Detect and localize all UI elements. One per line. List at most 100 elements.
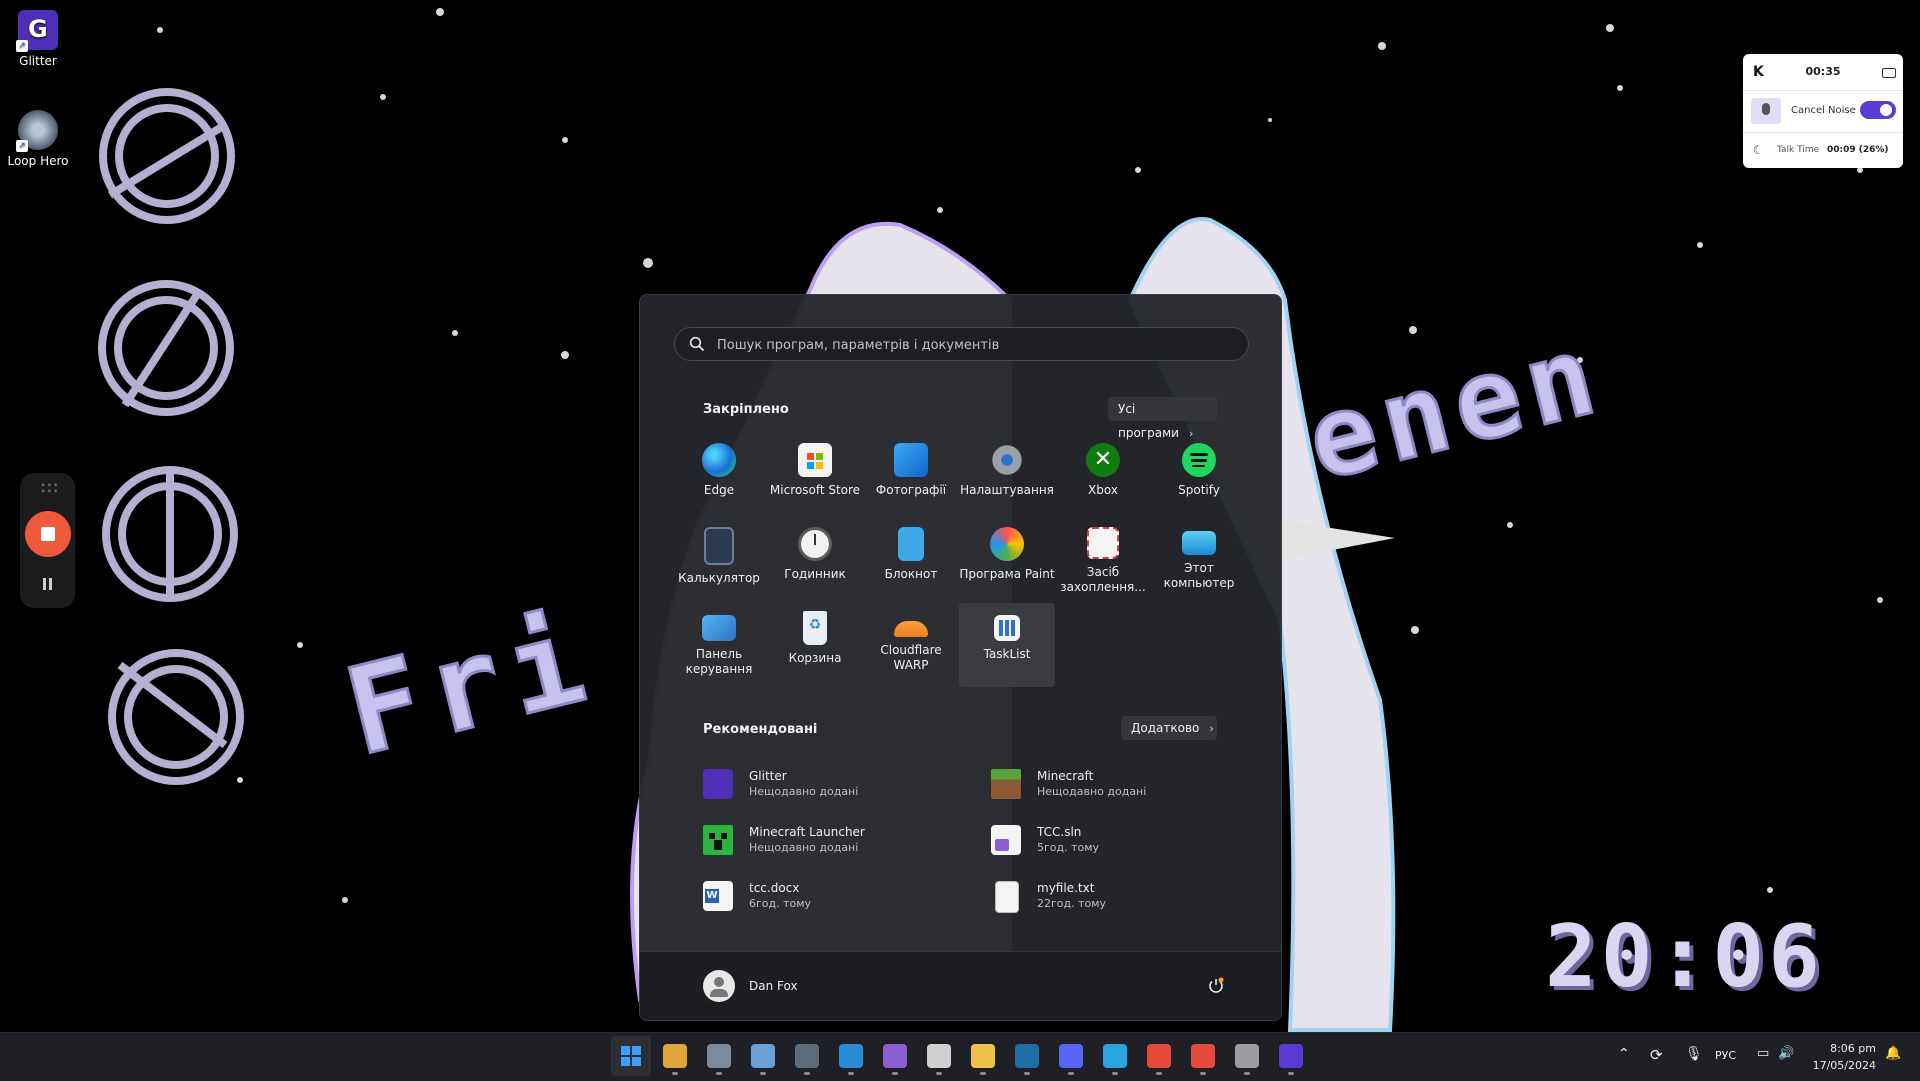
taskbar-clock[interactable]: 8:06 pm 17/05/2024 bbox=[1806, 1040, 1876, 1074]
pinned-app-settings[interactable]: Налаштування bbox=[959, 435, 1055, 519]
taskbar-app-vscode[interactable] bbox=[831, 1036, 871, 1076]
user-account-button[interactable]: Dan Fox bbox=[703, 970, 903, 1002]
pinned-app-clock[interactable]: Годинник bbox=[767, 519, 863, 603]
network-icon[interactable]: ▭ bbox=[1757, 1046, 1769, 1061]
running-indicator bbox=[936, 1072, 942, 1075]
recommended-item[interactable]: W tcc.docx 6год. тому bbox=[703, 875, 973, 917]
store-icon bbox=[798, 443, 832, 477]
sync-icon[interactable]: ⟳ bbox=[1650, 1046, 1663, 1064]
taskbar-app-loop-hero[interactable] bbox=[699, 1036, 739, 1076]
loop-hero-icon bbox=[707, 1044, 731, 1068]
start-menu: Закріплено Усі програми› Edge Microsoft … bbox=[639, 294, 1282, 1021]
desktop-icon-glitter[interactable]: G ↗ Glitter bbox=[0, 10, 76, 68]
taskbar-app-explorer[interactable] bbox=[963, 1036, 1003, 1076]
taskbar-app-calculator[interactable] bbox=[787, 1036, 827, 1076]
glitter-app-icon: G ↗ bbox=[16, 10, 58, 52]
microphone-icon[interactable] bbox=[1751, 98, 1781, 124]
avatar bbox=[703, 970, 735, 1002]
recommended-section-title: Рекомендовані bbox=[703, 722, 818, 737]
pinned-app-snipping-tool[interactable]: Засіб захоплення... bbox=[1055, 519, 1151, 603]
pause-button[interactable] bbox=[37, 573, 59, 595]
taskbar-app-glitter[interactable] bbox=[1271, 1036, 1311, 1076]
running-indicator bbox=[672, 1072, 678, 1075]
talk-time-label: Talk Time bbox=[1777, 145, 1820, 155]
microphone-icon[interactable]: 🎙 bbox=[1685, 1046, 1703, 1062]
pinned-app-control-panel[interactable]: Панель керування bbox=[671, 603, 767, 687]
pinned-app-calculator[interactable]: Калькулятор bbox=[671, 519, 767, 603]
cancel-noise-toggle[interactable] bbox=[1860, 101, 1896, 119]
search-input[interactable] bbox=[715, 328, 1239, 362]
spotify-icon bbox=[1182, 443, 1216, 477]
photos-icon bbox=[894, 443, 928, 477]
paint-icon bbox=[990, 527, 1024, 561]
edge-icon bbox=[702, 443, 736, 477]
pinned-app-xbox[interactable]: ✕ Xbox bbox=[1055, 435, 1151, 519]
taskbar-app-discord[interactable] bbox=[1051, 1036, 1091, 1076]
camera-icon[interactable] bbox=[1882, 68, 1896, 78]
pinned-app-tasklist[interactable]: TaskList bbox=[959, 603, 1055, 687]
start-menu-footer: Dan Fox bbox=[640, 951, 1281, 1020]
recommended-item[interactable]: Minecraft Нещодавно додані bbox=[991, 763, 1261, 805]
glitter-app-icon bbox=[703, 769, 733, 799]
pinned-app-recycle-bin[interactable]: ♻ Корзина bbox=[767, 603, 863, 687]
copilot-pre-icon bbox=[663, 1044, 687, 1068]
pinned-app-cloudflare-warp[interactable]: Cloudflare WARP bbox=[863, 603, 959, 687]
recommended-item[interactable]: Minecraft Launcher Нещодавно додані bbox=[703, 819, 973, 861]
shortcut-arrow-icon: ↗ bbox=[16, 40, 28, 52]
stop-record-icon bbox=[41, 527, 55, 541]
taskbar-app-copilot[interactable] bbox=[655, 1036, 695, 1076]
taskbar-app-telegram[interactable] bbox=[1095, 1036, 1135, 1076]
notifications-bell-icon[interactable]: 🔔 bbox=[1885, 1046, 1901, 1061]
recommended-item[interactable]: myfile.txt 22год. тому bbox=[991, 875, 1261, 917]
running-indicator bbox=[1288, 1072, 1294, 1075]
pinned-app-edge[interactable]: Edge bbox=[671, 435, 767, 519]
taskbar-app-chrome-profile[interactable] bbox=[1183, 1036, 1223, 1076]
pinned-app-photos[interactable]: Фотографії bbox=[863, 435, 959, 519]
power-button[interactable] bbox=[1200, 970, 1232, 1002]
show-hidden-icons-button[interactable]: ⌃ bbox=[1618, 1046, 1630, 1062]
taskbar-app-chrome[interactable] bbox=[1139, 1036, 1179, 1076]
running-indicator bbox=[980, 1072, 986, 1075]
minecraft-launcher-icon bbox=[703, 825, 733, 855]
start-search-box[interactable] bbox=[674, 327, 1249, 362]
pinned-app-microsoft-store[interactable]: Microsoft Store bbox=[767, 435, 863, 519]
clock-icon bbox=[798, 527, 832, 561]
taskbar bbox=[0, 1032, 1920, 1081]
grip-icon[interactable]: ∙∙∙ ∙∙∙ bbox=[40, 481, 59, 497]
pinned-app-paint[interactable]: Програма Paint bbox=[959, 519, 1055, 603]
recommended-item[interactable]: Glitter Нещодавно додані bbox=[703, 763, 973, 805]
all-apps-button[interactable]: Усі програми › bbox=[1108, 397, 1217, 440]
volume-icon[interactable]: 🔊 bbox=[1778, 1046, 1794, 1061]
cloudflare-icon bbox=[894, 621, 928, 637]
language-indicator[interactable]: РУС bbox=[1715, 1049, 1736, 1062]
desktop-icon-loop-hero[interactable]: ↗ Loop Hero bbox=[0, 110, 76, 168]
tasklist-icon bbox=[994, 615, 1020, 641]
taskbar-app-unity[interactable] bbox=[919, 1036, 959, 1076]
screen-recorder-widget: ∙∙∙ ∙∙∙ bbox=[20, 473, 75, 608]
noise-cancel-call-widget: K 00:35 Cancel Noise ☾ Talk Time 00:09 (… bbox=[1743, 54, 1903, 168]
visual-studio-solution-icon bbox=[991, 825, 1021, 855]
taskbar-date: 17/05/2024 bbox=[1812, 1059, 1876, 1072]
running-indicator bbox=[1068, 1072, 1074, 1075]
calculator-icon bbox=[704, 527, 734, 565]
user-name: Dan Fox bbox=[749, 979, 798, 993]
chrome-icon bbox=[1191, 1044, 1215, 1068]
running-indicator bbox=[1024, 1072, 1030, 1075]
taskbar-app-start[interactable] bbox=[611, 1036, 651, 1076]
taskbar-app-settings[interactable] bbox=[1227, 1036, 1267, 1076]
taskbar-app-steam[interactable] bbox=[1007, 1036, 1047, 1076]
more-button[interactable]: Додатково › bbox=[1121, 716, 1217, 740]
control-panel-icon bbox=[702, 615, 736, 641]
pinned-app-notepad[interactable]: Блокнот bbox=[863, 519, 959, 603]
taskbar-app-visual-studio[interactable] bbox=[875, 1036, 915, 1076]
stop-record-button[interactable] bbox=[25, 511, 71, 557]
desktop-icon-label: Glitter bbox=[19, 54, 57, 68]
pinned-app-this-pc[interactable]: Этот компьютер bbox=[1151, 519, 1247, 603]
running-indicator bbox=[1244, 1072, 1250, 1075]
cancel-noise-label: Cancel Noise bbox=[1791, 105, 1856, 116]
taskbar-app-paint-net[interactable] bbox=[743, 1036, 783, 1076]
recommended-item[interactable]: TCC.sln 5год. тому bbox=[991, 819, 1261, 861]
notepad-icon bbox=[898, 527, 924, 561]
pinned-app-spotify[interactable]: Spotify bbox=[1151, 435, 1247, 519]
running-indicator bbox=[760, 1072, 766, 1075]
